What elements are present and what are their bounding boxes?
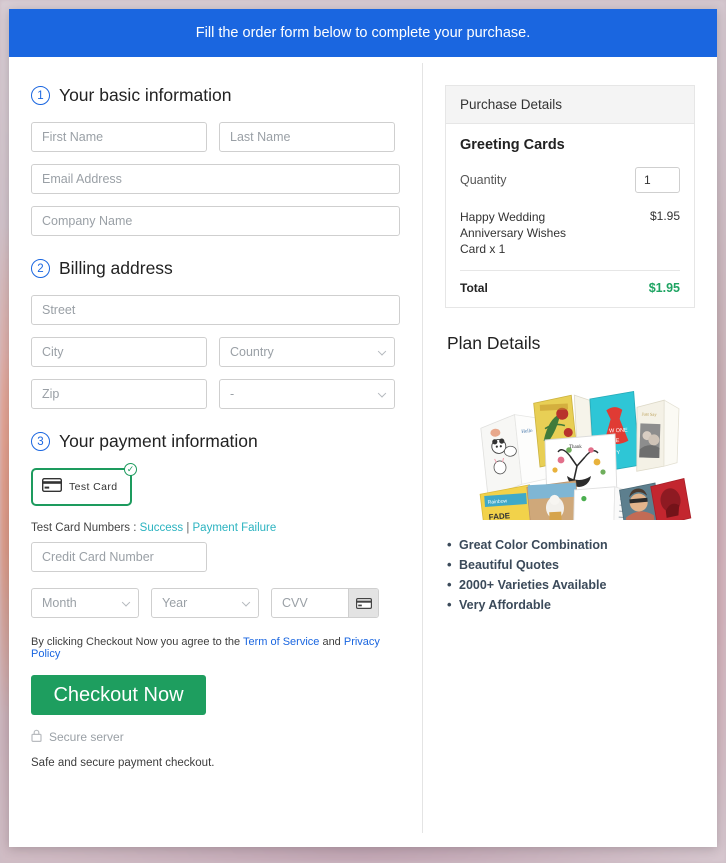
check-circle-icon: ✓ bbox=[124, 463, 137, 476]
test-card-numbers-line: Test Card Numbers : Success | Payment Fa… bbox=[31, 522, 400, 534]
content-columns: 1 Your basic information First Name Last… bbox=[9, 57, 717, 847]
test-card-failure-link[interactable]: Payment Failure bbox=[193, 522, 277, 534]
company-row: Company Name bbox=[31, 206, 400, 236]
street-row: Street bbox=[31, 295, 400, 325]
name-row: First Name Last Name bbox=[31, 122, 400, 152]
expiry-month-value: Month bbox=[42, 596, 77, 610]
terms-middle: and bbox=[319, 636, 344, 648]
purchase-details-body: Greeting Cards Quantity Happy Wedding An… bbox=[446, 124, 694, 307]
section-payment-information: 3 Your payment information bbox=[31, 431, 400, 452]
terms-prefix: By clicking Checkout Now you agree to th… bbox=[31, 636, 243, 648]
line-item-price: $1.95 bbox=[649, 209, 680, 223]
expiry-year-select[interactable]: Year bbox=[151, 588, 259, 618]
page-banner: Fill the order form below to complete yo… bbox=[9, 9, 717, 57]
total-row: Total $1.95 bbox=[460, 271, 680, 295]
expiry-year-value: Year bbox=[162, 596, 188, 610]
plan-benefits-list: Great Color Combination Beautiful Quotes… bbox=[445, 537, 695, 612]
summary-column: Purchase Details Greeting Cards Quantity… bbox=[423, 57, 717, 847]
step-1-title: Your basic information bbox=[59, 85, 232, 105]
line-item-row: Happy Wedding Anniversary Wishes Card x … bbox=[460, 209, 680, 271]
email-input[interactable]: Email Address bbox=[31, 164, 400, 194]
zip-input[interactable]: Zip bbox=[31, 379, 207, 409]
banner-text: Fill the order form below to complete yo… bbox=[195, 25, 531, 41]
plan-benefit-item: Beautiful Quotes bbox=[445, 557, 695, 572]
cvv-input[interactable]: CVV bbox=[272, 596, 348, 610]
step-3-badge: 3 bbox=[31, 432, 50, 451]
state-select[interactable]: - bbox=[219, 379, 395, 409]
chevron-down-icon bbox=[377, 389, 387, 398]
test-card-numbers-label: Test Card Numbers : bbox=[31, 522, 140, 534]
chevron-down-icon bbox=[121, 598, 131, 607]
secure-server-note: Secure server bbox=[31, 729, 400, 745]
secure-server-label: Secure server bbox=[49, 730, 124, 744]
purchase-details-panel: Purchase Details Greeting Cards Quantity… bbox=[445, 85, 695, 308]
safe-checkout-note: Safe and secure payment checkout. bbox=[31, 757, 215, 769]
total-label: Total bbox=[460, 280, 488, 295]
svg-text:Thank: Thank bbox=[569, 445, 582, 450]
section-basic-information: 1 Your basic information bbox=[31, 85, 400, 106]
checkout-now-button[interactable]: Checkout Now bbox=[31, 675, 206, 715]
email-row: Email Address bbox=[31, 164, 400, 194]
quantity-input[interactable] bbox=[635, 167, 680, 193]
plan-benefit-item: 2000+ Varieties Available bbox=[445, 577, 695, 592]
svg-text:Just Say: Just Say bbox=[642, 411, 658, 417]
country-select[interactable]: Country bbox=[219, 337, 395, 367]
cvv-field-group[interactable]: CVV bbox=[271, 588, 379, 618]
country-select-value: Country bbox=[230, 345, 274, 359]
product-name: Greeting Cards bbox=[460, 137, 565, 153]
svg-text:W ONE: W ONE bbox=[609, 427, 628, 434]
term-of-service-link[interactable]: Term of Service bbox=[243, 636, 319, 648]
test-card-separator: | bbox=[183, 522, 193, 534]
checkout-card: Fill the order form below to complete yo… bbox=[9, 9, 717, 847]
chevron-down-icon bbox=[377, 347, 387, 356]
expiry-month-select[interactable]: Month bbox=[31, 588, 139, 618]
quantity-row: Quantity bbox=[460, 167, 680, 193]
chevron-down-icon bbox=[241, 598, 251, 607]
first-name-input[interactable]: First Name bbox=[31, 122, 207, 152]
step-1-badge: 1 bbox=[31, 86, 50, 105]
step-2-badge: 2 bbox=[31, 259, 50, 278]
zip-state-row: Zip - bbox=[31, 379, 400, 409]
plan-benefit-item: Very Affordable bbox=[445, 597, 695, 612]
street-input[interactable]: Street bbox=[31, 295, 400, 325]
test-card-success-link[interactable]: Success bbox=[140, 522, 183, 534]
svg-text:FADE: FADE bbox=[488, 511, 511, 520]
credit-card-icon bbox=[41, 477, 63, 497]
test-card-option[interactable]: Test Card ✓ bbox=[31, 463, 137, 506]
order-form-column: 1 Your basic information First Name Last… bbox=[9, 57, 422, 847]
greeting-cards-collage-image: Hello W ONE TE PY Just Say Thank Rainbow… bbox=[479, 390, 692, 520]
state-select-value: - bbox=[230, 387, 235, 401]
lock-icon bbox=[31, 729, 42, 745]
company-name-input[interactable]: Company Name bbox=[31, 206, 400, 236]
plan-details-title: Plan Details bbox=[447, 332, 541, 353]
cvv-help-button[interactable] bbox=[348, 589, 378, 617]
terms-agreement-text: By clicking Checkout Now you agree to th… bbox=[31, 636, 400, 660]
purchase-details-header: Purchase Details bbox=[446, 86, 694, 124]
plan-benefit-item: Great Color Combination bbox=[445, 537, 695, 552]
total-value: $1.95 bbox=[648, 280, 680, 295]
quantity-label: Quantity bbox=[460, 173, 507, 187]
step-3-title: Your payment information bbox=[59, 431, 258, 451]
test-card-label: Test Card bbox=[69, 481, 118, 493]
line-item-name: Happy Wedding Anniversary Wishes Card x … bbox=[460, 210, 567, 257]
city-country-row: City Country bbox=[31, 337, 400, 367]
expiry-cvv-row: Month Year CVV bbox=[31, 588, 400, 618]
city-input[interactable]: City bbox=[31, 337, 207, 367]
section-billing-address: 2 Billing address bbox=[31, 258, 400, 279]
credit-card-number-input[interactable]: Credit Card Number bbox=[31, 542, 207, 572]
last-name-input[interactable]: Last Name bbox=[219, 122, 395, 152]
step-2-title: Billing address bbox=[59, 258, 173, 278]
